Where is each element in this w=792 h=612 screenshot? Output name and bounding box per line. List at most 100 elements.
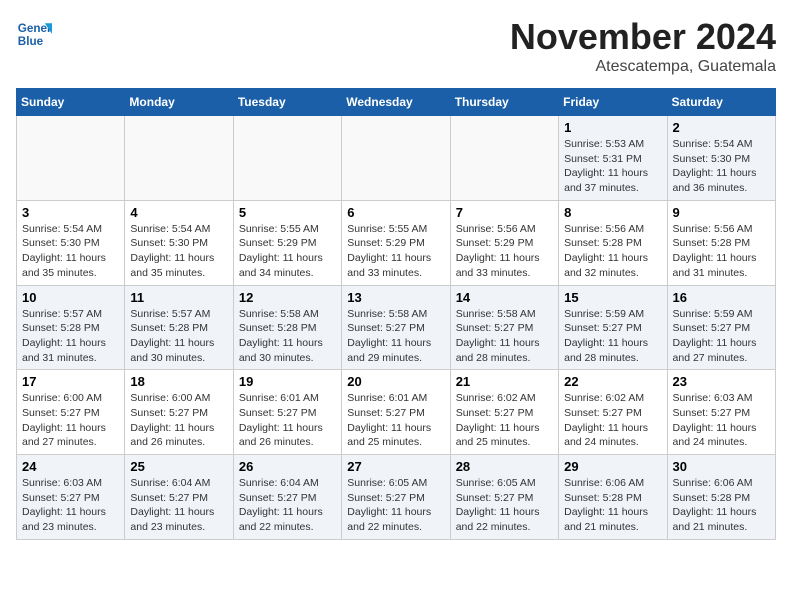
day-number: 22 — [564, 374, 661, 389]
calendar-cell: 1Sunrise: 5:53 AMSunset: 5:31 PMDaylight… — [559, 116, 667, 201]
calendar-cell: 28Sunrise: 6:05 AMSunset: 5:27 PMDayligh… — [450, 455, 558, 540]
day-number: 7 — [456, 205, 553, 220]
calendar-week-row: 10 Sunrise: 5:57 AMSunset: 5:28 PMDayligh… — [17, 285, 776, 370]
day-info: Sunrise: 6:04 AMSunset: 5:27 PMDaylight:… — [130, 476, 227, 535]
calendar-cell: 29 Sunrise: 6:06 AMSunset: 5:28 PMDayligh… — [559, 455, 667, 540]
svg-text:Blue: Blue — [18, 35, 44, 48]
calendar-week-row: 17 Sunrise: 6:00 AMSunset: 5:27 PMDayligh… — [17, 370, 776, 455]
calendar-cell: 15 Sunrise: 5:59 AMSunset: 5:27 PMDayligh… — [559, 285, 667, 370]
weekday-header: Wednesday — [342, 89, 450, 116]
calendar-cell: 14 Sunrise: 5:58 AMSunset: 5:27 PMDayligh… — [450, 285, 558, 370]
calendar-cell: 27 Sunrise: 6:05 AMSunset: 5:27 PMDayligh… — [342, 455, 450, 540]
day-info: Sunrise: 5:56 AMSunset: 5:28 PMDaylight:… — [564, 222, 661, 281]
weekday-header: Friday — [559, 89, 667, 116]
calendar-cell: 19 Sunrise: 6:01 AMSunset: 5:27 PMDayligh… — [233, 370, 341, 455]
calendar-cell: 30 Sunrise: 6:06 AMSunset: 5:28 PMDayligh… — [667, 455, 775, 540]
day-number: 3 — [22, 205, 119, 220]
day-info: Sunrise: 5:58 AMSunset: 5:27 PMDaylight:… — [456, 307, 553, 366]
weekday-header: Monday — [125, 89, 233, 116]
day-info: Sunrise: 5:56 AMSunset: 5:28 PMDaylight:… — [673, 222, 770, 281]
day-number: 27 — [347, 459, 444, 474]
calendar-cell: 3Sunrise: 5:54 AMSunset: 5:30 PMDaylight… — [17, 200, 125, 285]
calendar-cell: 11 Sunrise: 5:57 AMSunset: 5:28 PMDayligh… — [125, 285, 233, 370]
day-info: Sunrise: 5:57 AMSunset: 5:28 PMDaylight:… — [130, 307, 227, 366]
calendar-cell: 2Sunrise: 5:54 AMSunset: 5:30 PMDaylight… — [667, 116, 775, 201]
day-number: 9 — [673, 205, 770, 220]
day-number: 14 — [456, 290, 553, 305]
day-info: Sunrise: 5:58 AMSunset: 5:27 PMDaylight:… — [347, 307, 444, 366]
day-info: Sunrise: 6:03 AMSunset: 5:27 PMDaylight:… — [22, 476, 119, 535]
calendar-cell: 20 Sunrise: 6:01 AMSunset: 5:27 PMDayligh… — [342, 370, 450, 455]
calendar-cell: 24 Sunrise: 6:03 AMSunset: 5:27 PMDayligh… — [17, 455, 125, 540]
calendar-header: SundayMondayTuesdayWednesdayThursdayFrid… — [17, 89, 776, 116]
day-number: 10 — [22, 290, 119, 305]
day-number: 11 — [130, 290, 227, 305]
calendar-cell: 8 Sunrise: 5:56 AMSunset: 5:28 PMDaylight… — [559, 200, 667, 285]
calendar-cell: 4 Sunrise: 5:54 AMSunset: 5:30 PMDaylight… — [125, 200, 233, 285]
day-info: Sunrise: 5:55 AMSunset: 5:29 PMDaylight:… — [347, 222, 444, 281]
day-number: 5 — [239, 205, 336, 220]
day-info: Sunrise: 5:57 AMSunset: 5:28 PMDaylight:… — [22, 307, 119, 366]
day-number: 28 — [456, 459, 553, 474]
day-number: 8 — [564, 205, 661, 220]
day-info: Sunrise: 5:58 AMSunset: 5:28 PMDaylight:… — [239, 307, 336, 366]
calendar-cell: 25 Sunrise: 6:04 AMSunset: 5:27 PMDayligh… — [125, 455, 233, 540]
day-info: Sunrise: 5:59 AMSunset: 5:27 PMDaylight:… — [564, 307, 661, 366]
weekday-header: Thursday — [450, 89, 558, 116]
calendar-cell — [17, 116, 125, 201]
calendar-cell: 10 Sunrise: 5:57 AMSunset: 5:28 PMDayligh… — [17, 285, 125, 370]
day-number: 18 — [130, 374, 227, 389]
calendar-cell: 23 Sunrise: 6:03 AMSunset: 5:27 PMDayligh… — [667, 370, 775, 455]
day-number: 12 — [239, 290, 336, 305]
day-number: 29 — [564, 459, 661, 474]
calendar-cell: 17 Sunrise: 6:00 AMSunset: 5:27 PMDayligh… — [17, 370, 125, 455]
calendar-cell: 12 Sunrise: 5:58 AMSunset: 5:28 PMDayligh… — [233, 285, 341, 370]
calendar-week-row: 1Sunrise: 5:53 AMSunset: 5:31 PMDaylight… — [17, 116, 776, 201]
page-header: General Blue November 2024 Atescatempa, … — [16, 16, 776, 76]
day-number: 25 — [130, 459, 227, 474]
day-info: Sunrise: 5:54 AMSunset: 5:30 PMDaylight:… — [130, 222, 227, 281]
calendar-cell: 16Sunrise: 5:59 AMSunset: 5:27 PMDayligh… — [667, 285, 775, 370]
day-info: Sunrise: 5:53 AMSunset: 5:31 PMDaylight:… — [564, 137, 661, 196]
day-number: 15 — [564, 290, 661, 305]
day-info: Sunrise: 6:03 AMSunset: 5:27 PMDaylight:… — [673, 391, 770, 450]
day-number: 30 — [673, 459, 770, 474]
day-info: Sunrise: 6:00 AMSunset: 5:27 PMDaylight:… — [22, 391, 119, 450]
day-info: Sunrise: 6:00 AMSunset: 5:27 PMDaylight:… — [130, 391, 227, 450]
day-info: Sunrise: 6:01 AMSunset: 5:27 PMDaylight:… — [239, 391, 336, 450]
weekday-header: Saturday — [667, 89, 775, 116]
day-info: Sunrise: 5:55 AMSunset: 5:29 PMDaylight:… — [239, 222, 336, 281]
calendar-cell: 7Sunrise: 5:56 AMSunset: 5:29 PMDaylight… — [450, 200, 558, 285]
calendar-cell — [450, 116, 558, 201]
calendar-cell: 6 Sunrise: 5:55 AMSunset: 5:29 PMDaylight… — [342, 200, 450, 285]
logo: General Blue — [16, 16, 52, 52]
day-number: 20 — [347, 374, 444, 389]
day-number: 19 — [239, 374, 336, 389]
day-number: 16 — [673, 290, 770, 305]
day-info: Sunrise: 6:06 AMSunset: 5:28 PMDaylight:… — [564, 476, 661, 535]
day-number: 23 — [673, 374, 770, 389]
calendar-cell: 18 Sunrise: 6:00 AMSunset: 5:27 PMDayligh… — [125, 370, 233, 455]
day-number: 17 — [22, 374, 119, 389]
day-number: 2 — [673, 120, 770, 135]
logo-icon: General Blue — [16, 16, 52, 52]
day-info: Sunrise: 6:04 AMSunset: 5:27 PMDaylight:… — [239, 476, 336, 535]
title-block: November 2024 Atescatempa, Guatemala — [510, 16, 776, 76]
calendar-cell — [342, 116, 450, 201]
day-info: Sunrise: 6:02 AMSunset: 5:27 PMDaylight:… — [456, 391, 553, 450]
calendar-cell: 26 Sunrise: 6:04 AMSunset: 5:27 PMDayligh… — [233, 455, 341, 540]
month-title: November 2024 — [510, 16, 776, 58]
calendar-week-row: 3 Sunrise: 5:54 AMSunset: 5:30 PMDaylight… — [17, 200, 776, 285]
day-number: 26 — [239, 459, 336, 474]
calendar-cell — [125, 116, 233, 201]
day-info: Sunrise: 6:06 AMSunset: 5:28 PMDaylight:… — [673, 476, 770, 535]
day-number: 24 — [22, 459, 119, 474]
calendar-cell — [233, 116, 341, 201]
location: Atescatempa, Guatemala — [510, 58, 776, 76]
day-number: 6 — [347, 205, 444, 220]
weekday-header: Tuesday — [233, 89, 341, 116]
day-number: 4 — [130, 205, 227, 220]
day-info: Sunrise: 6:05 AMSunset: 5:27 PMDaylight:… — [347, 476, 444, 535]
day-info: Sunrise: 6:01 AMSunset: 5:27 PMDaylight:… — [347, 391, 444, 450]
day-number: 21 — [456, 374, 553, 389]
